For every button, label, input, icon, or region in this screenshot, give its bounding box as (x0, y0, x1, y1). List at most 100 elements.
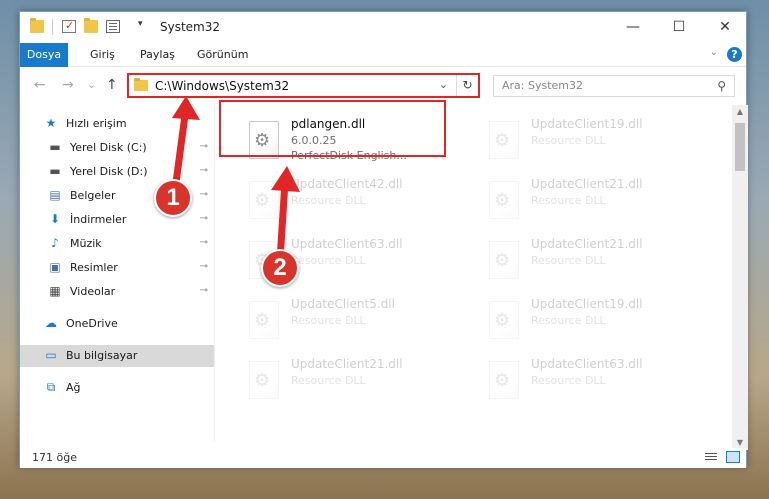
sidebar-item[interactable]: ☁ OneDrive (20, 313, 214, 335)
scroll-up-button[interactable]: ▲ (732, 105, 748, 119)
sidebar-item-label: OneDrive (66, 317, 118, 330)
file-type: Resource DLL (291, 254, 366, 267)
explorer-window: ▾ System32 — ☐ ✕ Dosya Giriş Paylaş Görü… (19, 11, 748, 468)
file-item[interactable]: ⚙ UpdateClient5.dll Resource DLL (245, 295, 475, 351)
file-name: UpdateClient63.dll (531, 357, 643, 371)
pin-icon: ⊸ (199, 141, 208, 152)
pane-divider (214, 105, 215, 442)
sidebar-item[interactable]: ♪ Müzik ⊸ (20, 233, 214, 255)
file-type: Resource DLL (531, 314, 606, 327)
cloud-icon: ☁ (45, 316, 57, 330)
search-input[interactable]: Ara: System32 ⚲ (493, 75, 735, 97)
divider (52, 19, 53, 35)
file-item[interactable]: ⚙ UpdateClient19.dll Resource DLL (485, 295, 715, 351)
computer-icon: ▭ (45, 348, 57, 362)
file-item[interactable]: ⚙ UpdateClient42.dll Resource DLL (245, 175, 475, 231)
dll-file-icon: ⚙ (249, 361, 279, 399)
sidebar-item-label: Hızlı erişim (66, 117, 127, 130)
large-icons-view-button[interactable] (726, 451, 740, 463)
sidebar-item[interactable]: ★ Hızlı erişim (20, 113, 214, 135)
step-2-badge: 2 (261, 249, 299, 287)
network-icon: ⧉ (46, 380, 56, 394)
file-name: UpdateClient21.dll (291, 357, 403, 371)
address-bar[interactable]: C:\Windows\System32 ⌄ ↻ (127, 73, 480, 98)
navigation-pane: ★ Hızlı erişim ▬ Yerel Disk (C:) ⊸ ▬ Yerel Dis… (20, 105, 214, 442)
tab-share[interactable]: Paylaş (140, 43, 175, 67)
tab-file[interactable]: Dosya (20, 43, 68, 67)
sidebar-item[interactable]: ⧉ Ağ (20, 377, 214, 399)
details-view-button[interactable] (704, 451, 718, 463)
back-button[interactable]: ← (34, 77, 46, 93)
properties-icon[interactable] (106, 20, 120, 33)
vertical-scrollbar[interactable]: ▲ ▼ (732, 105, 748, 450)
sidebar-item[interactable]: ▦ Videolar ⊸ (20, 281, 214, 303)
sidebar-item[interactable]: ▬ Yerel Disk (C:) ⊸ (20, 137, 214, 159)
star-icon: ★ (45, 116, 57, 130)
new-folder-icon[interactable] (84, 18, 98, 33)
gear-icon: ⚙ (494, 250, 511, 271)
music-icon: ♪ (51, 236, 59, 250)
search-placeholder: Ara: System32 (502, 79, 584, 92)
ribbon-tabs: Dosya Giriş Paylaş Görünüm ⌄ ? (20, 43, 746, 67)
search-icon[interactable]: ⚲ (717, 79, 726, 93)
recent-locations-button[interactable]: ⌄ (87, 78, 96, 91)
file-item[interactable]: ⚙ UpdateClient21.dll Resource DLL (485, 175, 715, 231)
gear-icon: ⚙ (494, 190, 511, 211)
file-type: Resource DLL (531, 254, 606, 267)
file-name: UpdateClient63.dll (291, 237, 403, 251)
refresh-button[interactable]: ↻ (456, 75, 478, 96)
file-item[interactable]: ⚙ UpdateClient19.dll Resource DLL (485, 115, 715, 171)
file-name: UpdateClient5.dll (291, 297, 395, 311)
file-item[interactable]: ⚙ UpdateClient63.dll Resource DLL (485, 355, 715, 411)
folder-icon (134, 78, 148, 91)
maximize-button[interactable]: ☐ (656, 12, 702, 43)
sidebar-item-label: İndirmeler (70, 213, 127, 226)
tab-home[interactable]: Giriş (90, 43, 115, 67)
dll-file-icon: ⚙ (489, 121, 519, 159)
video-icon: ▦ (49, 284, 61, 298)
file-name: UpdateClient21.dll (531, 177, 643, 191)
pin-icon: ⊸ (199, 261, 208, 272)
sidebar-item-label: Resimler (70, 261, 118, 274)
quick-access-dropdown[interactable]: ▾ (138, 19, 143, 29)
sidebar-item[interactable]: ▬ Yerel Disk (D:) ⊸ (20, 161, 214, 183)
scroll-thumb[interactable] (735, 123, 745, 171)
pin-icon: ⊸ (199, 213, 208, 224)
sidebar-item-label: Yerel Disk (D:) (70, 165, 148, 178)
file-type: Resource DLL (291, 374, 366, 387)
gear-icon: ⚙ (494, 130, 511, 151)
file-item[interactable]: ⚙ UpdateClient21.dll Resource DLL (485, 235, 715, 291)
dll-file-icon: ⚙ (489, 301, 519, 339)
step-1-badge: 1 (154, 179, 192, 217)
gear-icon: ⚙ (254, 190, 271, 211)
gear-icon: ⚙ (494, 370, 511, 391)
sidebar-item-label: Bu bilgisayar (66, 349, 138, 362)
sidebar-item-label: Videolar (70, 285, 116, 298)
file-highlight-box (219, 100, 446, 157)
tab-view[interactable]: Görünüm (197, 43, 248, 67)
up-button[interactable]: ↑ (106, 77, 118, 93)
gear-icon: ⚙ (254, 310, 271, 331)
properties-check-icon[interactable] (62, 19, 76, 33)
help-icon[interactable]: ? (727, 47, 742, 62)
file-name: UpdateClient19.dll (531, 117, 643, 131)
gear-icon: ⚙ (494, 310, 511, 331)
sidebar-item-label: Müzik (70, 237, 102, 250)
sidebar-item[interactable]: ▣ Resimler ⊸ (20, 257, 214, 279)
forward-button[interactable]: → (62, 77, 74, 93)
file-type: Resource DLL (531, 194, 606, 207)
gear-icon: ⚙ (254, 370, 271, 391)
sidebar-item[interactable]: ▭ Bu bilgisayar (20, 345, 214, 367)
file-item[interactable]: ⚙ UpdateClient21.dll Resource DLL (245, 355, 475, 411)
dll-file-icon: ⚙ (489, 181, 519, 219)
sidebar-item-label: Ağ (66, 381, 81, 394)
minimize-button[interactable]: — (610, 12, 656, 43)
ribbon-collapse-button[interactable]: ⌄ (710, 47, 718, 58)
item-count: 171 öğe (32, 451, 77, 464)
address-text[interactable]: C:\Windows\System32 (155, 79, 289, 93)
address-dropdown-button[interactable]: ⌄ (439, 78, 448, 91)
close-button[interactable]: ✕ (702, 12, 748, 43)
file-name: UpdateClient19.dll (531, 297, 643, 311)
dll-file-icon: ⚙ (489, 361, 519, 399)
dll-file-icon: ⚙ (249, 301, 279, 339)
